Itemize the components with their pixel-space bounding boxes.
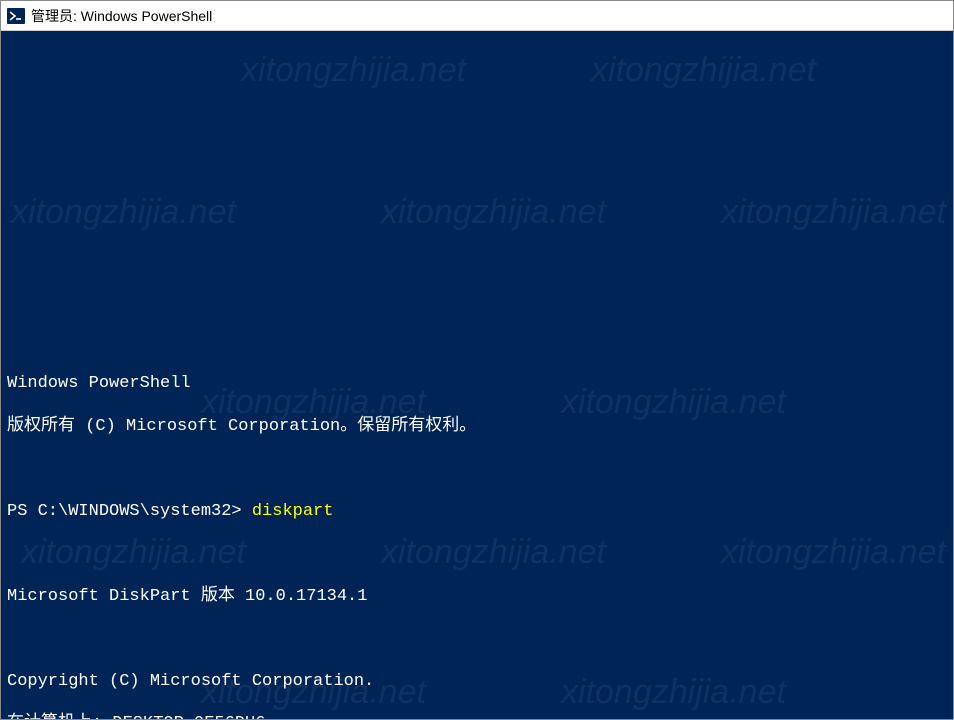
prompt-line-1: PS C:\WINDOWS\system32> diskpart bbox=[7, 501, 947, 522]
watermark: xitongzhijia.net bbox=[721, 191, 946, 234]
diskpart-version: Microsoft DiskPart 版本 10.0.17134.1 bbox=[7, 586, 947, 607]
watermark: xitongzhijia.net bbox=[591, 49, 816, 92]
cmd-diskpart: diskpart bbox=[252, 502, 334, 521]
ps-banner-1: Windows PowerShell bbox=[7, 373, 947, 394]
watermark: xitongzhijia.net bbox=[381, 191, 606, 234]
diskpart-copyright: Copyright (C) Microsoft Corporation. bbox=[7, 671, 947, 692]
watermark: xitongzhijia.net bbox=[241, 49, 466, 92]
blank bbox=[7, 543, 947, 564]
powershell-icon bbox=[7, 7, 25, 25]
ps-prompt: PS C:\WINDOWS\system32> bbox=[7, 502, 252, 521]
titlebar[interactable]: 管理员: Windows PowerShell bbox=[1, 1, 953, 31]
blank bbox=[7, 628, 947, 649]
window-title: 管理员: Windows PowerShell bbox=[31, 6, 212, 26]
ps-banner-2: 版权所有 (C) Microsoft Corporation。保留所有权利。 bbox=[7, 416, 947, 437]
powershell-window: 管理员: Windows PowerShell xitongzhijia.net… bbox=[0, 0, 954, 720]
diskpart-computer: 在计算机上: DESKTOP-9E56DU6 bbox=[7, 713, 947, 719]
terminal-content: Windows PowerShell 版权所有 (C) Microsoft Co… bbox=[7, 352, 947, 719]
terminal-body[interactable]: xitongzhijia.net xitongzhijia.net xitong… bbox=[1, 31, 953, 719]
watermark: xitongzhijia.net bbox=[11, 191, 236, 234]
blank bbox=[7, 458, 947, 479]
